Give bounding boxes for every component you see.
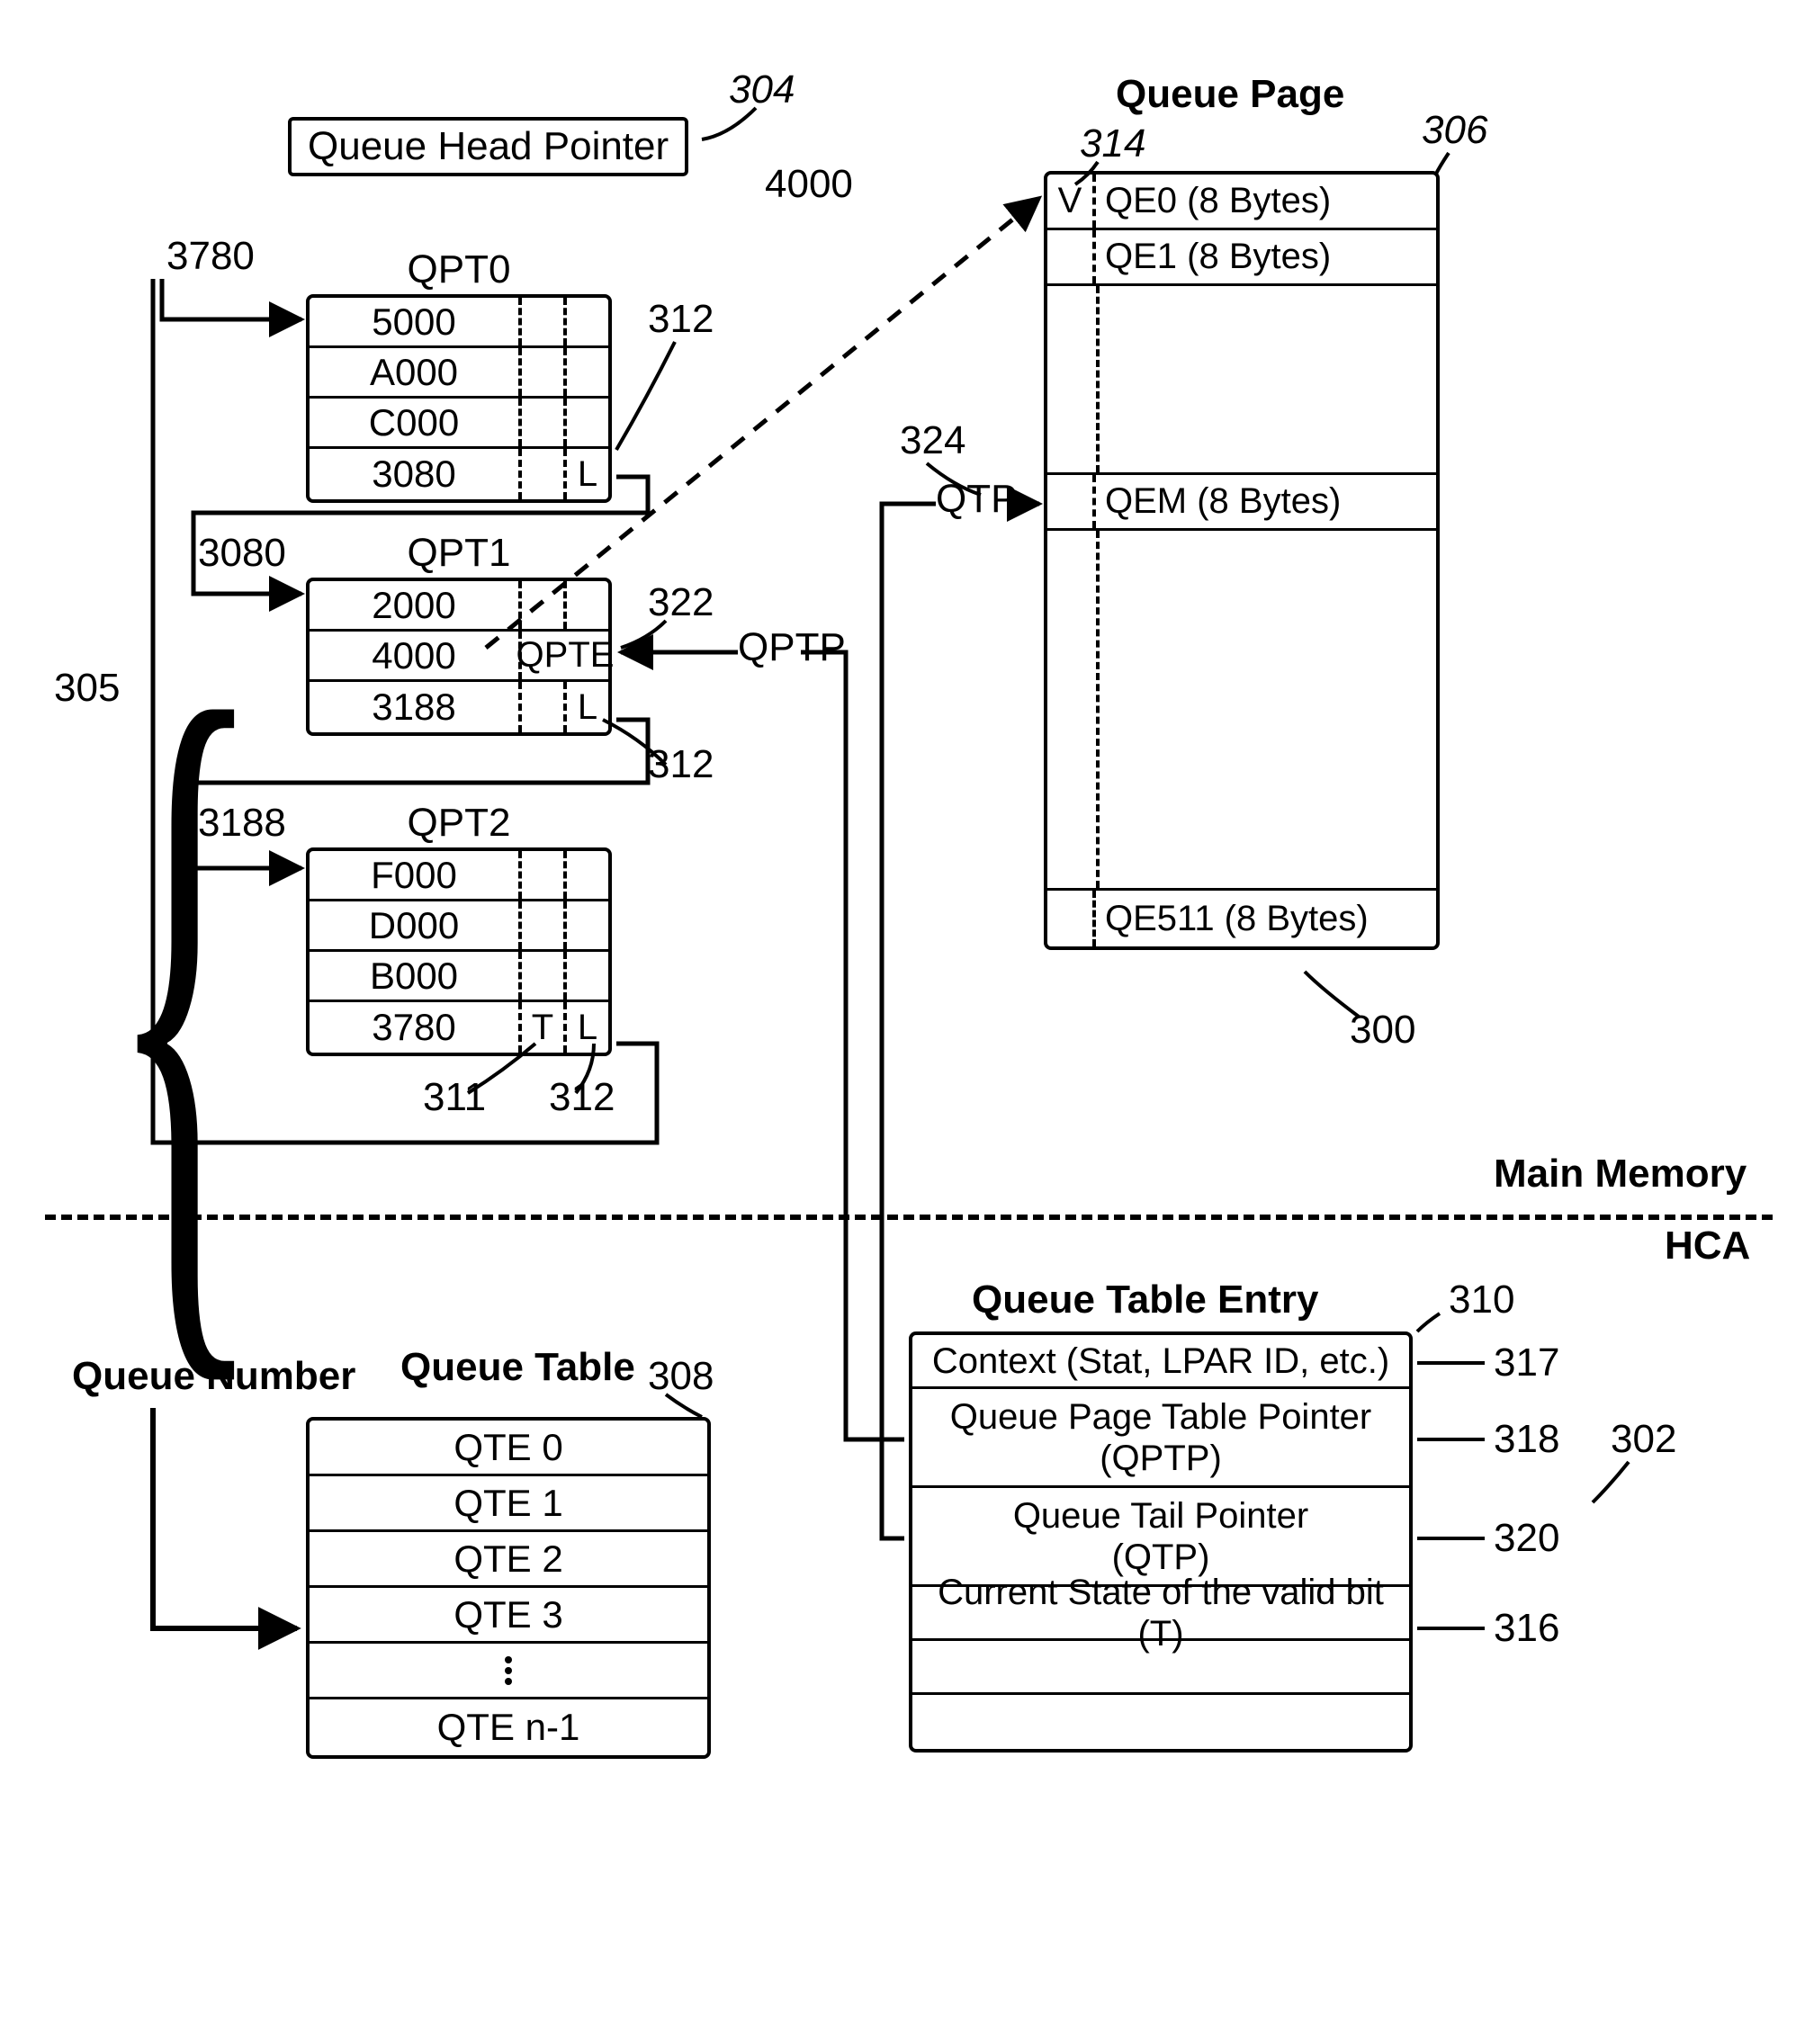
ref-312b: 312 bbox=[648, 742, 714, 787]
qpt1-table: 2000 4000QPTE 3188 L bbox=[306, 578, 612, 736]
qte-block: Context (Stat, LPAR ID, etc.) Queue Page… bbox=[909, 1331, 1413, 1753]
ref-317: 317 bbox=[1494, 1340, 1559, 1385]
queue-table-label: Queue Table bbox=[400, 1345, 635, 1390]
qpt0-last-flag: L bbox=[563, 449, 608, 499]
qt-row-n1: QTE n-1 bbox=[310, 1699, 707, 1755]
ref-324: 324 bbox=[900, 418, 965, 463]
qpt2-table: F000 D000 B000 3780TL bbox=[306, 847, 612, 1056]
qt-row-0: QTE 0 bbox=[310, 1421, 707, 1476]
queue-page-block: V QE0 (8 Bytes) QE1 (8 Bytes) QEM (8 Byt… bbox=[1044, 171, 1440, 950]
ref-316: 316 bbox=[1494, 1606, 1559, 1651]
qte-title: Queue Table Entry bbox=[972, 1278, 1319, 1322]
qp-qe511: QE511 (8 Bytes) bbox=[1047, 891, 1436, 946]
ref-304: 304 bbox=[729, 67, 795, 112]
qpt2-t-flag: T bbox=[518, 1002, 563, 1053]
qte-empty2 bbox=[912, 1695, 1409, 1749]
qpt1-row2: 3188 bbox=[310, 686, 518, 729]
addr-3080: 3080 bbox=[198, 531, 286, 576]
qt-row-2: QTE 2 bbox=[310, 1532, 707, 1588]
qtp-label: QTP bbox=[936, 477, 1017, 522]
qp-qe1: QE1 (8 Bytes) bbox=[1047, 230, 1436, 286]
qpt0-row0: 5000 bbox=[310, 300, 518, 344]
qpt2-last-flag: L bbox=[563, 1002, 608, 1053]
qp-v-cell: V bbox=[1047, 175, 1096, 228]
qpt2-row3: 3780 bbox=[310, 1006, 518, 1049]
ref-311: 311 bbox=[423, 1075, 486, 1120]
qpt1-row0: 2000 bbox=[310, 584, 518, 627]
qp-qe0: V QE0 (8 Bytes) bbox=[1047, 175, 1436, 230]
main-memory-label: Main Memory bbox=[1494, 1152, 1747, 1197]
qpt1-last-flag: L bbox=[563, 682, 608, 732]
diagram-canvas: 304 Queue Head Pointer Queue Page 314 30… bbox=[18, 18, 1814, 2026]
qpt0-block: QPT0 5000 A000 C000 3080 L bbox=[306, 247, 612, 503]
qpt1-block: QPT1 2000 4000QPTE 3188 L bbox=[306, 531, 612, 736]
qp-gap1 bbox=[1047, 286, 1436, 475]
brace-icon: { bbox=[108, 675, 264, 1322]
ref-302: 302 bbox=[1611, 1417, 1676, 1462]
qpt0-row2: C000 bbox=[310, 401, 518, 444]
qpt2-title: QPT2 bbox=[306, 801, 612, 846]
qpt0-row1: A000 bbox=[310, 351, 518, 394]
addr-4000: 4000 bbox=[765, 162, 853, 207]
qp-qem: QEM (8 Bytes) bbox=[1047, 475, 1436, 531]
queue-page-title: Queue Page bbox=[1116, 72, 1344, 117]
qpt1-title: QPT1 bbox=[306, 531, 612, 576]
qpt1-row1: 4000 bbox=[310, 634, 518, 677]
queue-number-label: Queue Number bbox=[72, 1354, 355, 1399]
qt-row-gap bbox=[310, 1644, 707, 1699]
qte-context: Context (Stat, LPAR ID, etc.) bbox=[912, 1335, 1409, 1389]
qpt0-table: 5000 A000 C000 3080 L bbox=[306, 294, 612, 503]
ref-310: 310 bbox=[1449, 1278, 1514, 1322]
qptp-label: QPTP bbox=[738, 625, 846, 670]
qpt0-title: QPT0 bbox=[306, 247, 612, 292]
qpt2-block: QPT2 F000 D000 B000 3780TL bbox=[306, 801, 612, 1056]
qt-row-3: QTE 3 bbox=[310, 1588, 707, 1644]
ref-300: 300 bbox=[1350, 1008, 1415, 1053]
qpt2-row0: F000 bbox=[310, 854, 518, 897]
qp-gap2 bbox=[1047, 531, 1436, 891]
qpt2-row2: B000 bbox=[310, 955, 518, 998]
ref-312c: 312 bbox=[549, 1075, 615, 1120]
ref-318: 318 bbox=[1494, 1417, 1559, 1462]
queue-table-block: QTE 0 QTE 1 QTE 2 QTE 3 QTE n-1 bbox=[306, 1417, 711, 1759]
qt-row-1: QTE 1 bbox=[310, 1476, 707, 1532]
qte-validbit: Current State of the valid bit (T) bbox=[912, 1587, 1409, 1641]
ref-320: 320 bbox=[1494, 1516, 1559, 1561]
ref-312a: 312 bbox=[648, 297, 714, 342]
qpt2-row1: D000 bbox=[310, 904, 518, 947]
ref-308: 308 bbox=[648, 1354, 714, 1399]
qte-qptp: Queue Page Table Pointer(QPTP) bbox=[912, 1389, 1409, 1488]
hca-label: HCA bbox=[1665, 1224, 1750, 1269]
qpt0-row3: 3080 bbox=[310, 453, 518, 496]
ref-314: 314 bbox=[1080, 121, 1145, 166]
qpte-cell: QPTE bbox=[518, 632, 608, 679]
queue-head-pointer: Queue Head Pointer bbox=[288, 117, 688, 176]
divider-line bbox=[45, 1215, 1773, 1220]
addr-3188: 3188 bbox=[198, 801, 286, 846]
ref-322: 322 bbox=[648, 580, 714, 625]
addr-3780: 3780 bbox=[166, 234, 255, 279]
ref-306: 306 bbox=[1422, 108, 1487, 153]
